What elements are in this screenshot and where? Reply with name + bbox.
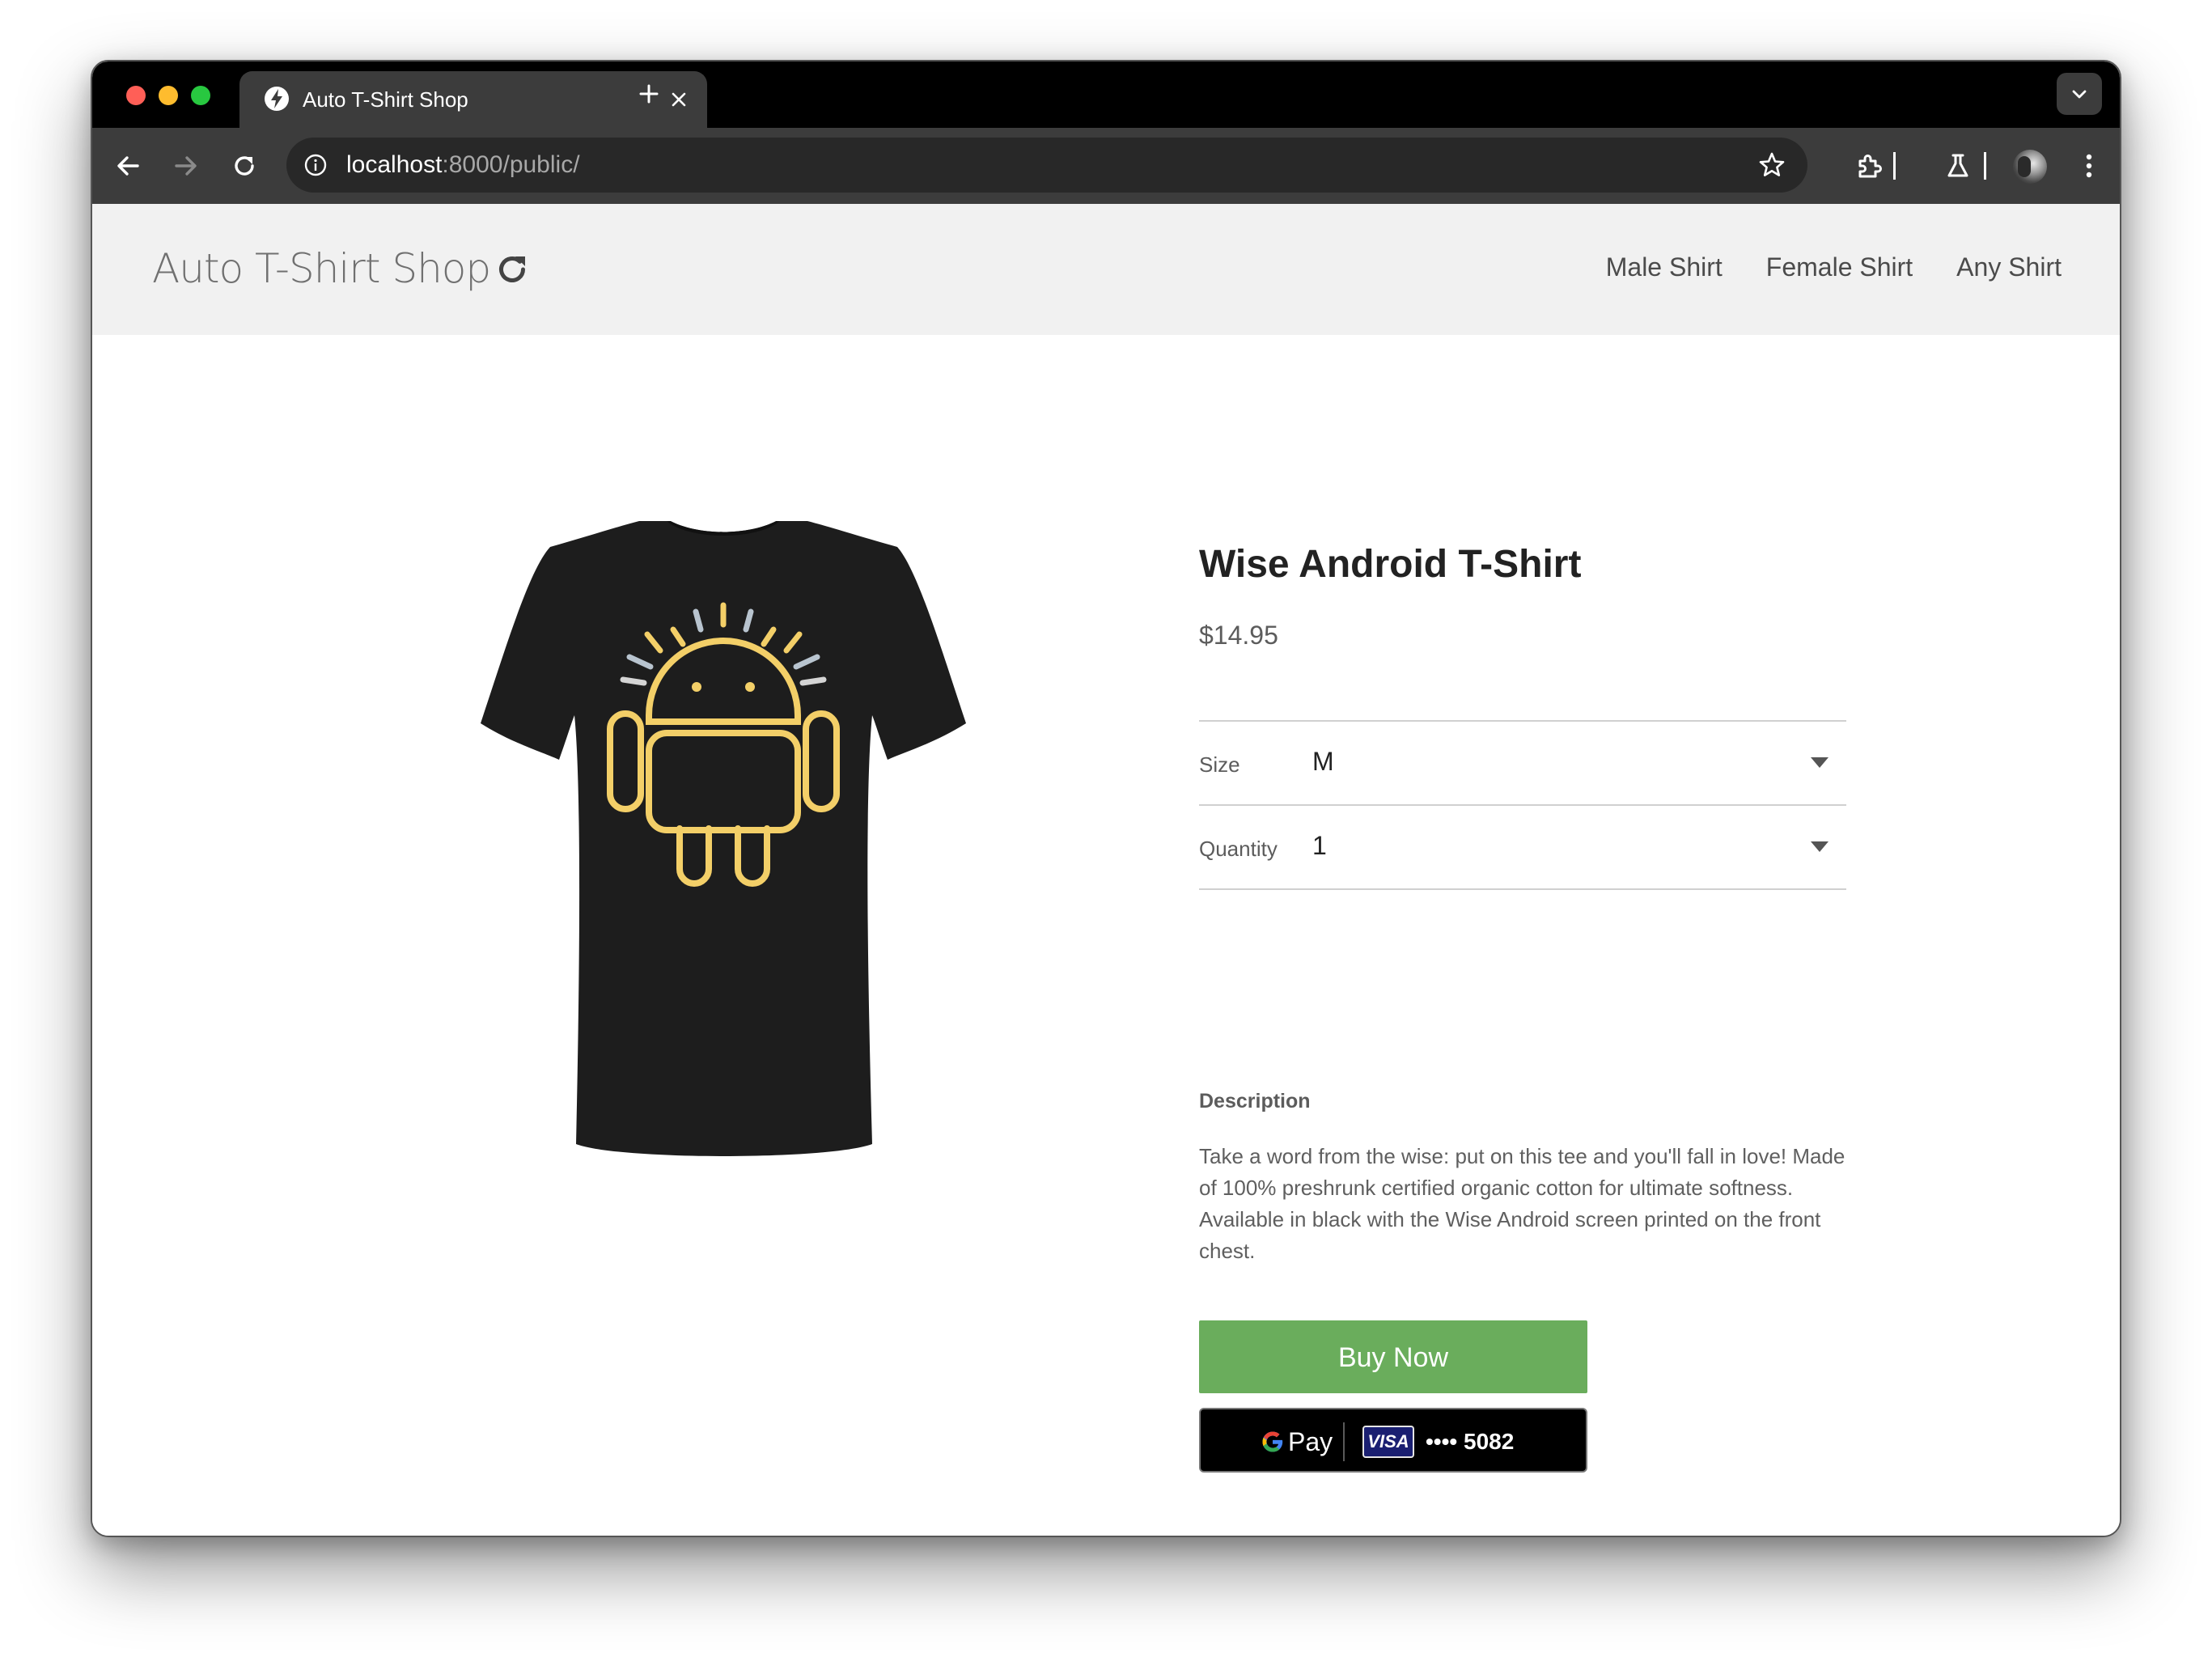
masked-card-number: •••• 5082 [1426,1429,1515,1454]
new-tab-icon[interactable] [636,81,662,107]
refresh-icon[interactable] [492,249,532,290]
site-favicon-icon [265,87,289,111]
product-name: Wise Android T-Shirt [1199,543,1582,586]
gpay-divider [1343,1422,1345,1461]
profile-avatar[interactable] [2013,150,2047,184]
dropdown-arrow-icon [1811,841,1829,852]
site-header: Auto T-Shirt Shop Male Shirt Female Shir… [92,204,2120,335]
extensions-puzzle-icon[interactable] [1853,150,1885,182]
url-host: localhost [346,151,443,178]
web-page: Auto T-Shirt Shop Male Shirt Female Shir… [92,204,2120,1536]
google-g-icon [1262,1431,1283,1452]
reload-icon[interactable] [228,150,261,182]
product-price: $14.95 [1199,621,1278,650]
window-close-button[interactable] [126,86,146,105]
product-image [481,521,966,1156]
site-info-icon[interactable] [303,152,328,178]
url-text: localhost:8000/public/ [346,151,580,179]
main-nav: Male Shirt Female Shirt Any Shirt [1606,251,2062,283]
description-text: Take a word from the wise: put on this t… [1199,1144,1845,1263]
toolbar-separator [1984,152,1986,180]
description-heading: Description [1199,1090,1311,1112]
url-path: :8000/public/ [442,151,580,178]
forward-arrow-icon[interactable] [170,150,202,182]
tab-strip: Auto T-Shirt Shop [92,61,2120,128]
google-pay-logo: Pay [1261,1424,1333,1460]
window-maximize-button[interactable] [191,86,210,105]
nav-female-shirt[interactable]: Female Shirt [1766,251,1913,283]
site-title[interactable]: Auto T-Shirt Shop [152,244,491,293]
labs-flask-icon[interactable] [1942,150,1974,182]
quantity-value: 1 [1312,831,1327,860]
window-minimize-button[interactable] [159,86,178,105]
bookmark-star-icon[interactable] [1757,150,1786,180]
gpay-pay-label: Pay [1288,1427,1333,1456]
size-label: Size [1199,752,1240,777]
quantity-label: Quantity [1199,837,1278,861]
dropdown-arrow-icon [1811,757,1829,768]
chevron-down-icon [2072,90,2087,99]
tab-title: Auto T-Shirt Shop [303,87,468,112]
browser-toolbar: localhost:8000/public/ [92,128,2120,204]
nav-any-shirt[interactable]: Any Shirt [1956,251,2062,283]
nav-male-shirt[interactable]: Male Shirt [1606,251,1723,283]
back-arrow-icon[interactable] [112,150,144,182]
browser-window: Auto T-Shirt Shop localhost:8000/public/… [91,60,2121,1537]
close-tab-icon[interactable] [668,89,689,110]
quantity-select[interactable]: Quantity 1 [1199,804,1846,890]
toolbar-separator [1893,152,1896,180]
buy-now-button[interactable]: Buy Now [1199,1320,1587,1393]
more-menu-icon[interactable] [2073,150,2105,182]
product-details: Wise Android T-Shirt $14.95 Size M Quant… [1199,542,1846,1473]
tab-search-button[interactable] [2057,73,2102,115]
size-select[interactable]: Size M [1199,720,1846,804]
address-bar[interactable]: localhost:8000/public/ [286,138,1807,193]
visa-card-icon: VISA [1362,1426,1414,1458]
google-pay-button[interactable]: Pay VISA •••• 5082 [1199,1408,1587,1473]
size-value: M [1312,747,1334,776]
